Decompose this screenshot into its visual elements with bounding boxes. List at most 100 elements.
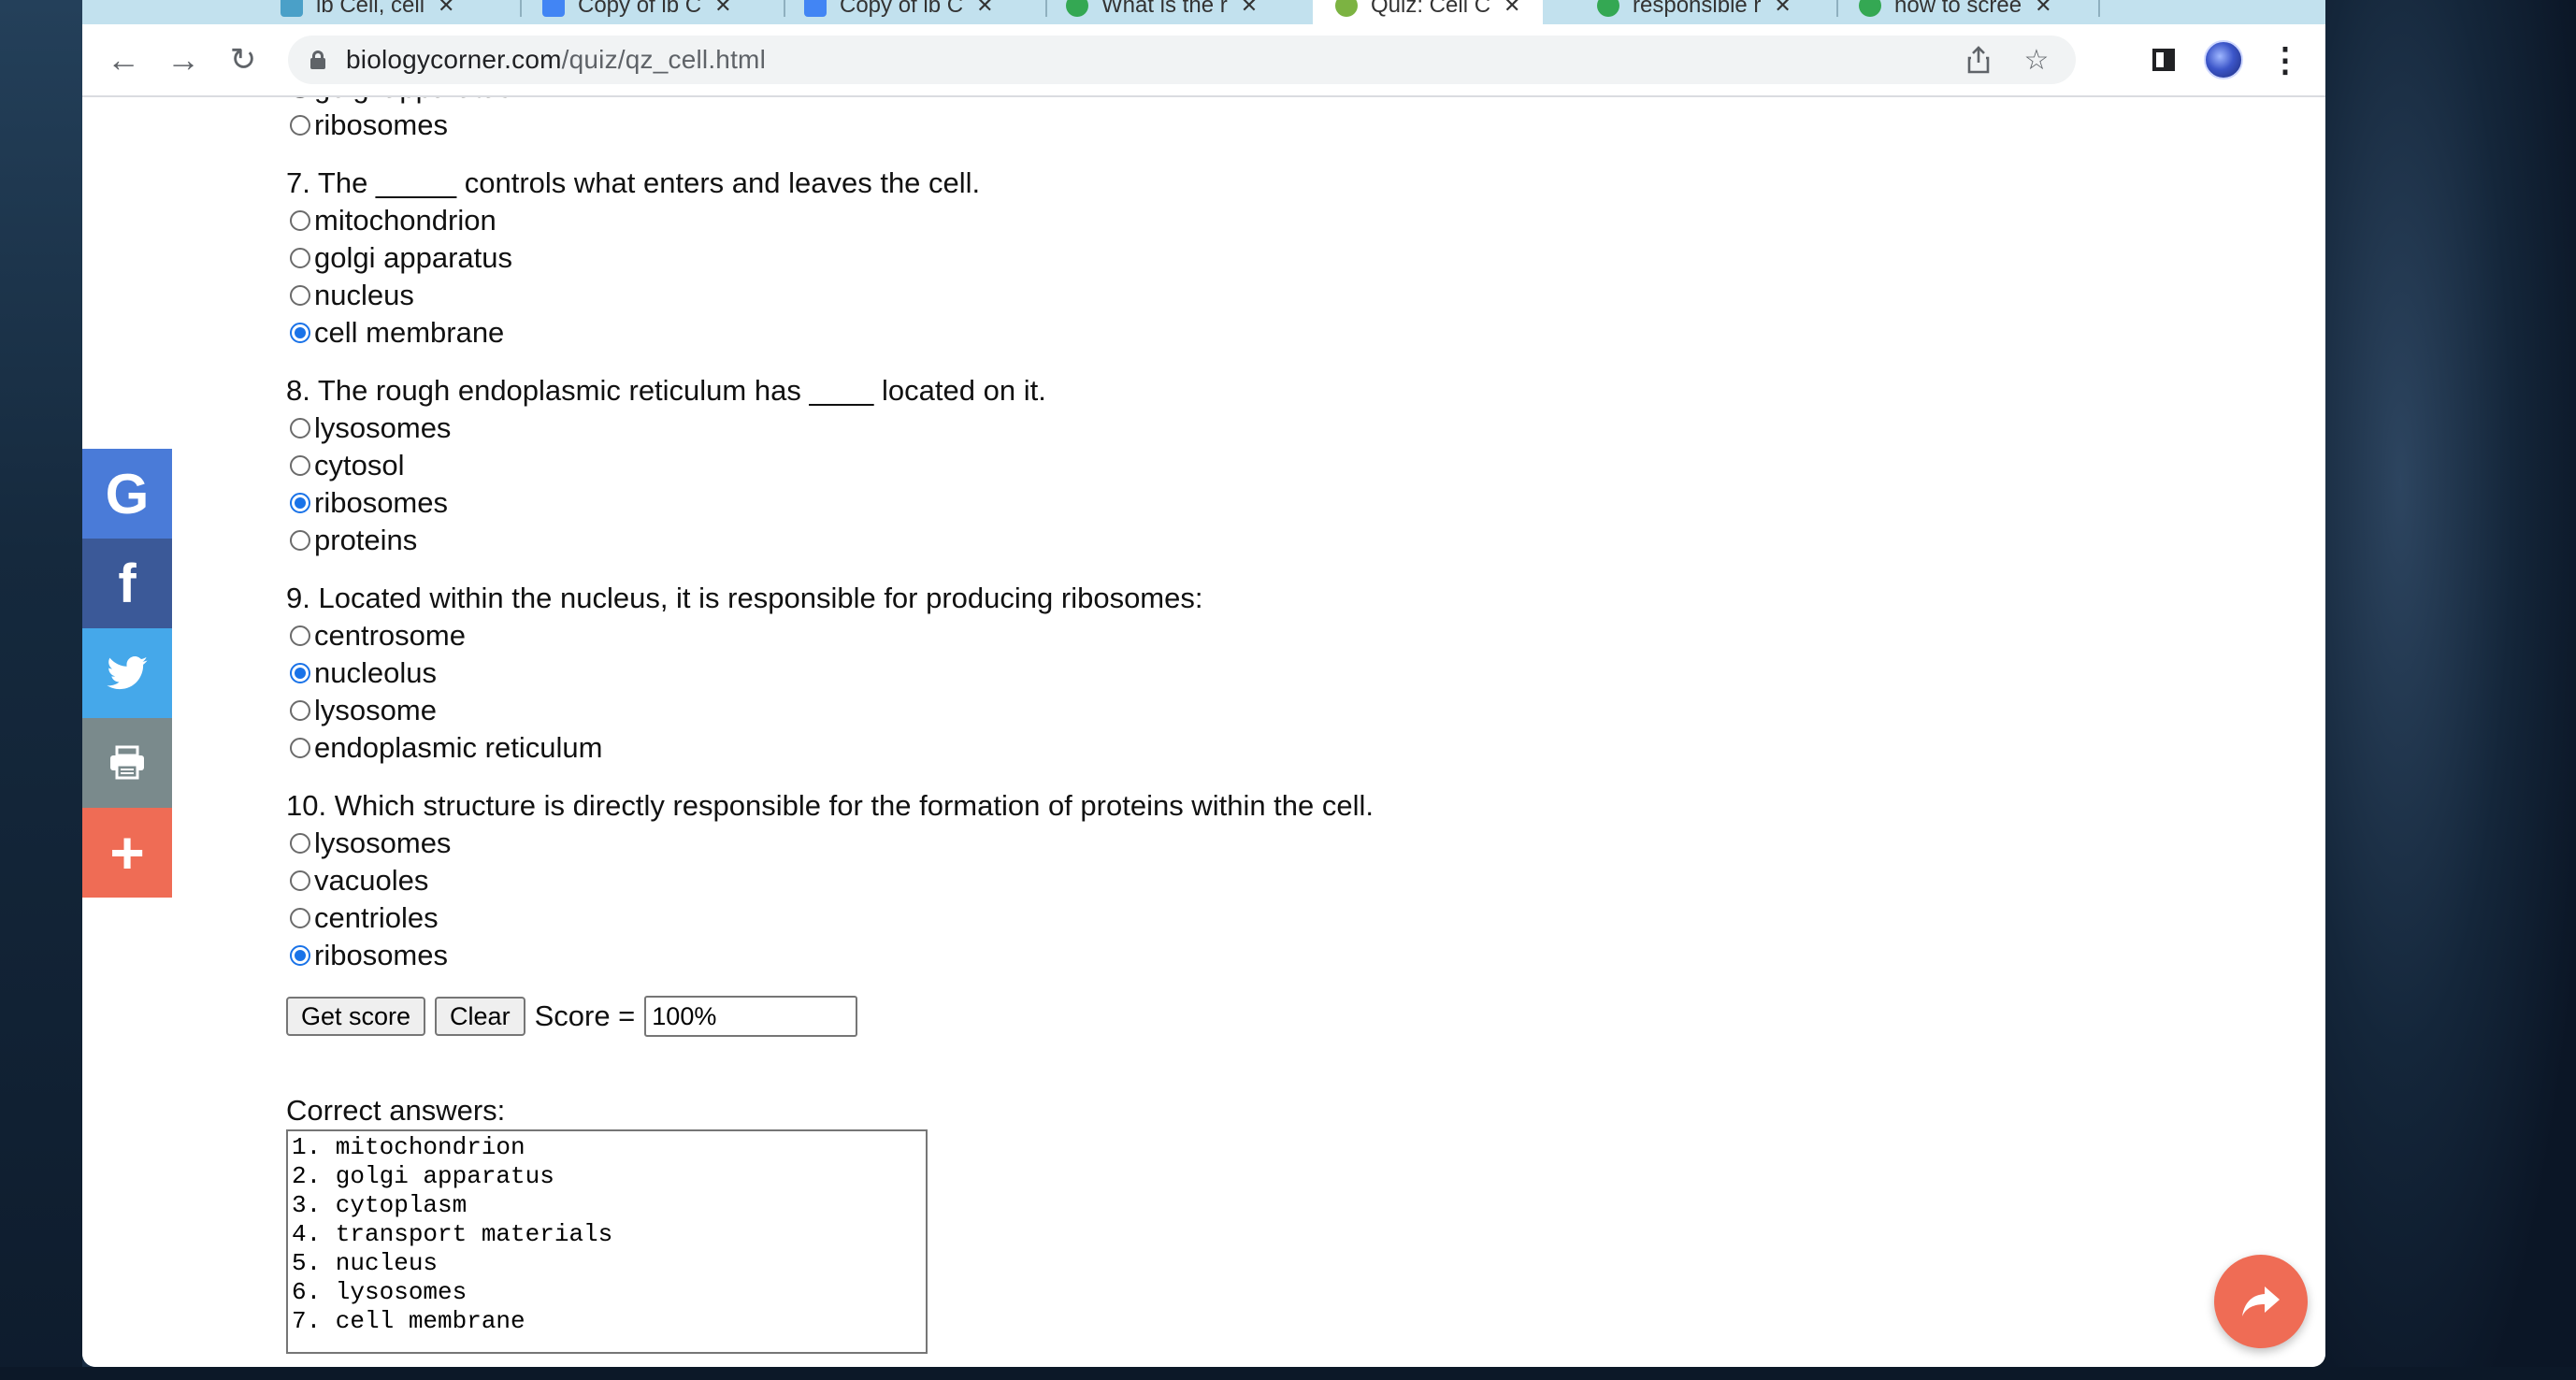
bookmark-star-icon[interactable]: ☆ [2012, 36, 2061, 84]
radio-button[interactable] [290, 833, 310, 854]
quiz-option[interactable]: ribosomes [286, 107, 2063, 144]
clear-button[interactable]: Clear [435, 997, 525, 1036]
tab-active[interactable]: Quiz: Cell C ✕ [1313, 0, 1544, 24]
leaf-icon [1335, 0, 1358, 17]
share-arrow-icon [2242, 1287, 2280, 1316]
google-share-icon[interactable]: G [82, 449, 172, 539]
side-panel-icon[interactable] [2139, 36, 2188, 84]
quiz-option[interactable]: cell membrane [286, 314, 2063, 352]
quiz-option[interactable]: ribosomes [286, 937, 2063, 974]
tab-label: Quiz: Cell C [1371, 0, 1491, 18]
close-icon[interactable]: ✕ [976, 0, 993, 18]
score-row: Get score Clear Score = [286, 995, 2063, 1038]
quiz-option[interactable]: centrioles [286, 899, 2063, 937]
radio-button[interactable] [290, 870, 310, 891]
option-label: cell membrane [314, 316, 505, 349]
radio-button[interactable] [290, 530, 310, 551]
radio-button[interactable] [290, 738, 310, 758]
quiz-option[interactable]: golgi apparatus [286, 97, 2063, 107]
close-icon[interactable]: ✕ [2035, 0, 2051, 18]
radio-button-selected[interactable] [290, 493, 310, 513]
desktop-wallpaper-bottom [0, 1367, 2576, 1380]
close-icon[interactable]: ✕ [714, 0, 731, 18]
option-label: vacuoles [314, 864, 429, 897]
previous-question-tail: golgi apparatus ribosomes [286, 97, 2063, 144]
quiz-option[interactable]: nucleus [286, 277, 2063, 314]
score-field[interactable] [644, 996, 858, 1037]
tab-2[interactable]: Copy of ib C ✕ [542, 0, 732, 24]
tab-separator [784, 0, 785, 17]
close-icon[interactable]: ✕ [438, 0, 454, 18]
radio-button[interactable] [290, 625, 310, 646]
option-label: ribosomes [314, 108, 448, 141]
tab-3[interactable]: Copy of ib C ✕ [804, 0, 994, 24]
radio-button[interactable] [290, 455, 310, 476]
more-share-icon[interactable]: + [82, 808, 172, 898]
close-icon[interactable]: ✕ [1774, 0, 1791, 18]
correct-answers-label: Correct answers: [286, 1094, 506, 1127]
more-options-icon[interactable]: ⋮ [2261, 36, 2310, 84]
close-icon[interactable]: ✕ [1241, 0, 1258, 18]
radio-button[interactable] [290, 700, 310, 721]
forward-arrow-icon[interactable]: → [159, 36, 208, 84]
back-arrow-icon[interactable]: ← [99, 36, 148, 84]
page-content: golgi apparatus ribosomes 7. The _____ c… [82, 97, 2325, 1367]
address-bar[interactable]: biologycorner.com/quiz/qz_cell.html ☆ [288, 36, 2076, 84]
radio-button[interactable] [290, 908, 310, 928]
profile-avatar[interactable] [2199, 36, 2248, 84]
radio-button[interactable] [290, 97, 310, 98]
tab-7[interactable]: how to scree ✕ [1859, 0, 2052, 24]
quiz-option[interactable]: mitochondrion [286, 202, 2063, 239]
print-icon[interactable] [82, 718, 172, 808]
facebook-share-icon[interactable]: f [82, 539, 172, 628]
share-fab-button[interactable] [2214, 1255, 2308, 1348]
quiz-option[interactable]: proteins [286, 522, 2063, 559]
share-sidebar: G f + [82, 449, 172, 898]
quiz-option[interactable]: endoplasmic reticulum [286, 729, 2063, 767]
quiz-option[interactable]: cytosol [286, 447, 2063, 484]
twitter-share-icon[interactable] [82, 628, 172, 718]
option-label: nucleus [314, 279, 414, 311]
quiz-option[interactable]: ribosomes [286, 484, 2063, 522]
option-label: ribosomes [314, 939, 448, 971]
quiz-form: golgi apparatus ribosomes 7. The _____ c… [286, 97, 2063, 1354]
radio-button-selected[interactable] [290, 323, 310, 343]
radio-button-selected[interactable] [290, 945, 310, 966]
url-domain: biologycorner.com [346, 45, 562, 74]
quiz-option[interactable]: lysosome [286, 692, 2063, 729]
quiz-option[interactable]: lysosomes [286, 825, 2063, 862]
question-10: 10. Which structure is directly responsi… [286, 787, 2063, 974]
option-label: endoplasmic reticulum [314, 731, 603, 764]
tab-4[interactable]: What is the r ✕ [1066, 0, 1258, 24]
correct-answers-textarea[interactable]: 1. mitochondrion 2. golgi apparatus 3. c… [286, 1129, 928, 1354]
tab-label: Copy of ib C [578, 0, 702, 18]
option-label: cytosol [314, 449, 405, 482]
radio-button[interactable] [290, 115, 310, 136]
option-label: centrioles [314, 901, 439, 934]
get-score-button[interactable]: Get score [286, 997, 426, 1036]
question-text: 7. The _____ controls what enters and le… [286, 166, 981, 199]
option-label: lysosomes [314, 827, 452, 859]
radio-button-selected[interactable] [290, 663, 310, 683]
quiz-option[interactable]: lysosomes [286, 410, 2063, 447]
quiz-option[interactable]: nucleolus [286, 654, 2063, 692]
tab-6[interactable]: responsible r ✕ [1597, 0, 1792, 24]
quiz-option[interactable]: vacuoles [286, 862, 2063, 899]
tab-label: ib Cell, cell [316, 0, 425, 18]
radio-button[interactable] [290, 210, 310, 231]
tab-1[interactable]: ib Cell, cell ✕ [281, 0, 454, 24]
reload-icon[interactable]: ↻ [219, 36, 267, 84]
tab-favicon-icon [281, 0, 303, 17]
radio-button[interactable] [290, 418, 310, 438]
question-8: 8. The rough endoplasmic reticulum has _… [286, 372, 2063, 559]
radio-button[interactable] [290, 285, 310, 306]
option-label: lysosomes [314, 411, 452, 444]
close-icon[interactable]: ✕ [1504, 0, 1520, 18]
option-label: mitochondrion [314, 204, 496, 237]
radio-button[interactable] [290, 248, 310, 268]
quiz-option[interactable]: centrosome [286, 617, 2063, 654]
quiz-option[interactable]: golgi apparatus [286, 239, 2063, 277]
url-text: biologycorner.com/quiz/qz_cell.html [346, 45, 766, 75]
option-label: golgi apparatus [314, 241, 512, 274]
share-page-icon[interactable] [1954, 36, 2003, 84]
